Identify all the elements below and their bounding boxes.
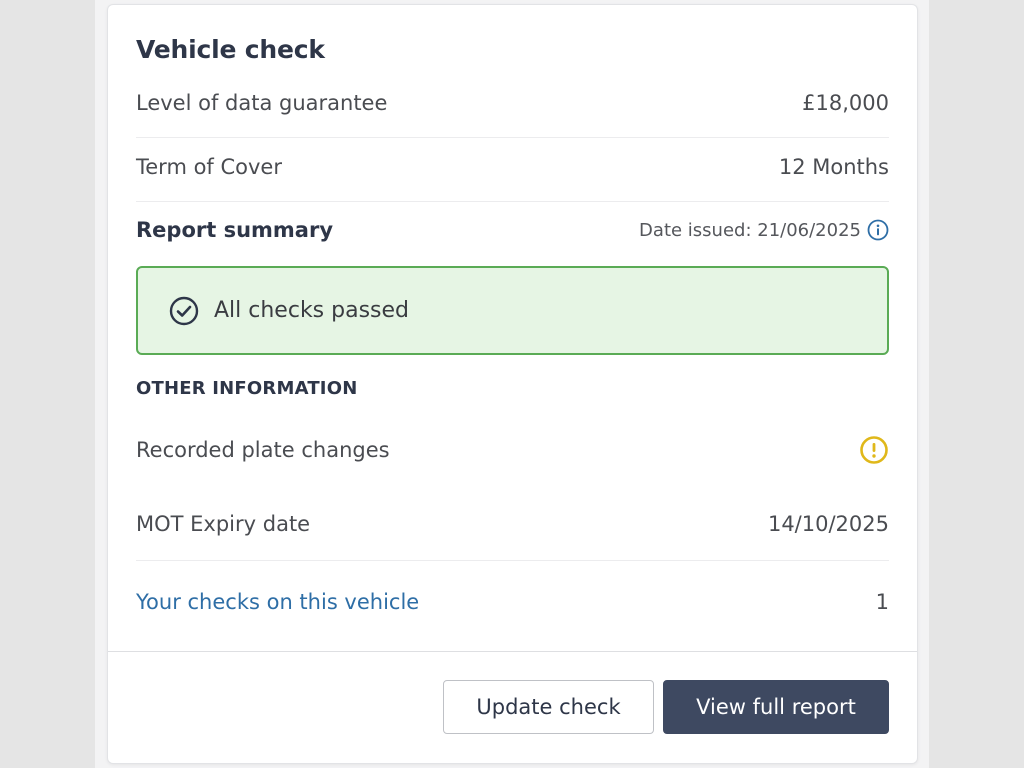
plate-changes-label: Recorded plate changes (136, 438, 390, 462)
date-issued: Date issued: 21/06/2025 (639, 219, 889, 241)
term-of-cover-label: Term of Cover (136, 155, 282, 179)
view-full-report-button[interactable]: View full report (663, 680, 889, 734)
term-of-cover-row: Term of Cover 12 Months (136, 155, 889, 179)
your-checks-link[interactable]: Your checks on this vehicle (136, 590, 419, 614)
divider (136, 560, 889, 561)
divider (136, 137, 889, 138)
term-of-cover-value: 12 Months (778, 155, 889, 179)
data-guarantee-value: £18,000 (802, 91, 889, 115)
data-guarantee-label: Level of data guarantee (136, 91, 388, 115)
vehicle-check-card: Vehicle check Level of data guarantee £1… (107, 4, 918, 764)
warning-icon[interactable] (859, 435, 889, 465)
footer-divider (108, 651, 917, 652)
card-title: Vehicle check (136, 35, 325, 64)
report-summary-heading: Report summary (136, 218, 334, 242)
info-icon[interactable] (867, 219, 889, 241)
mot-expiry-label: MOT Expiry date (136, 512, 311, 536)
update-check-button[interactable]: Update check (443, 680, 654, 734)
checks-status-banner: All checks passed (136, 266, 889, 355)
check-circle-icon (168, 295, 200, 327)
date-issued-text: Date issued: 21/06/2025 (639, 219, 861, 241)
data-guarantee-row: Level of data guarantee £18,000 (136, 91, 889, 115)
mot-expiry-row: MOT Expiry date 14/10/2025 (136, 512, 889, 536)
your-checks-row: Your checks on this vehicle 1 (136, 590, 889, 614)
other-information-heading: OTHER INFORMATION (136, 378, 358, 399)
divider (136, 201, 889, 202)
your-checks-count: 1 (875, 590, 889, 614)
mot-expiry-value: 14/10/2025 (767, 512, 889, 536)
plate-changes-row: Recorded plate changes (136, 435, 889, 465)
checks-status-text: All checks passed (214, 298, 410, 323)
report-summary-row: Report summary Date issued: 21/06/2025 (136, 218, 889, 242)
